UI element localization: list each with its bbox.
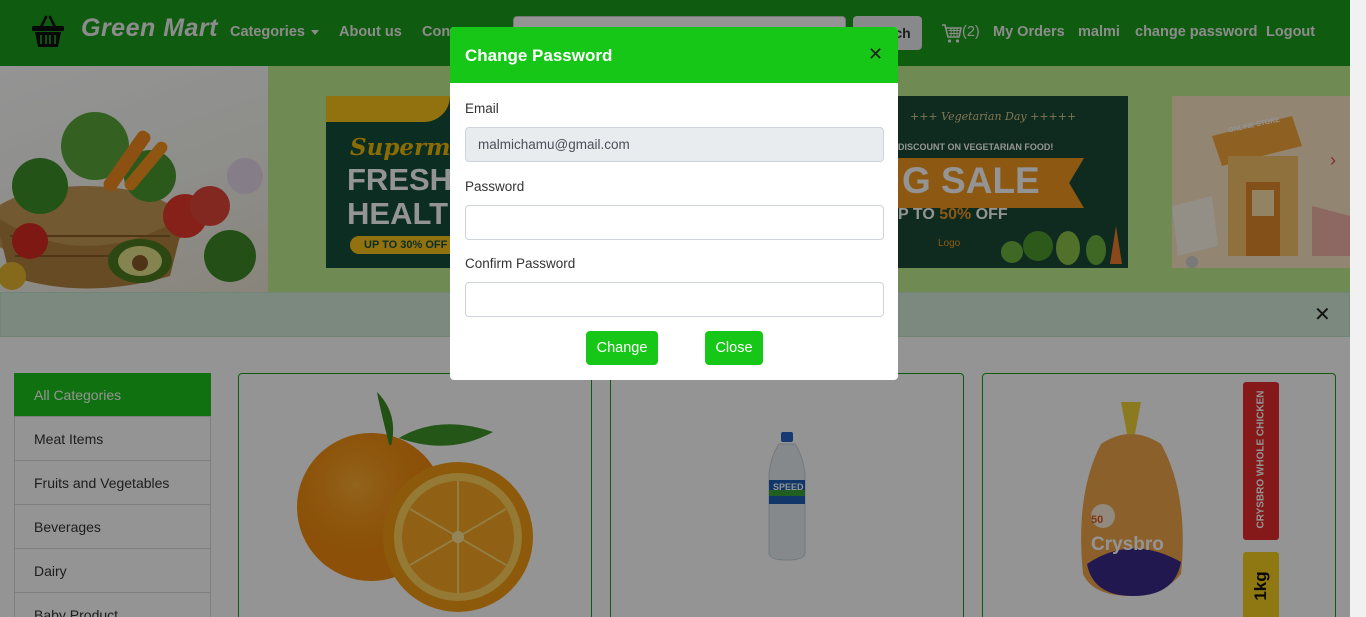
confirm-password-field[interactable]: [465, 282, 884, 317]
close-icon[interactable]: ✕: [868, 45, 883, 63]
password-label: Password: [465, 179, 525, 194]
confirm-password-label: Confirm Password: [465, 256, 576, 271]
change-button[interactable]: Change: [586, 331, 658, 365]
email-field[interactable]: [465, 127, 884, 162]
email-label: Email: [465, 101, 499, 116]
page-scrollbar[interactable]: [1350, 0, 1366, 617]
close-button[interactable]: Close: [705, 331, 763, 365]
password-field[interactable]: [465, 205, 884, 240]
change-password-modal: Change Password ✕ Email Password Confirm…: [450, 27, 898, 380]
modal-title: Change Password: [465, 46, 613, 65]
modal-header: Change Password ✕: [450, 27, 898, 83]
